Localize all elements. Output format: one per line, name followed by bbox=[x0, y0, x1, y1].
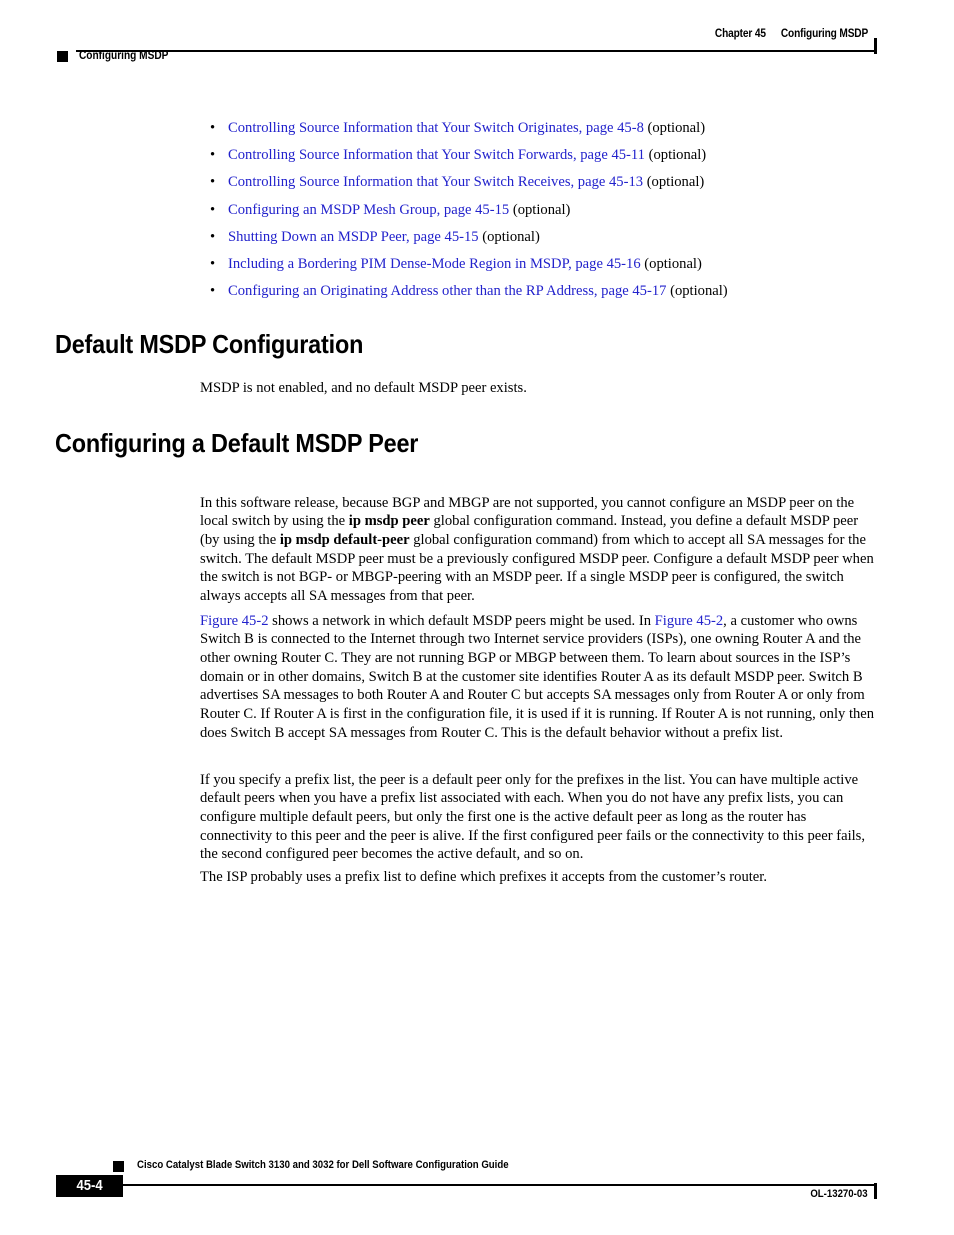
list-item: • Shutting Down an MSDP Peer, page 45-15 … bbox=[210, 228, 890, 245]
list-item: • Including a Bordering PIM Dense-Mode Re… bbox=[210, 255, 890, 272]
bullet-icon: • bbox=[210, 255, 216, 272]
section-body-default-msdp-configuration: MSDP is not enabled, and no default MSDP… bbox=[200, 380, 527, 396]
running-header-rule-group bbox=[76, 38, 877, 54]
optional-note: (optional) bbox=[509, 201, 571, 218]
section-heading-default-msdp-configuration: Default MSDP Configuration bbox=[55, 329, 364, 359]
list-item: • Controlling Source Information that You… bbox=[210, 148, 890, 163]
footer-document-id: OL-13270-03 bbox=[810, 1188, 868, 1200]
bullet-icon: • bbox=[210, 174, 216, 191]
figure-reference-link[interactable]: Figure 45-2 bbox=[655, 613, 724, 629]
running-header-edge-tick bbox=[874, 38, 877, 54]
chapter-marker-label: Configuring MSDP bbox=[79, 50, 169, 62]
list-item: • Controlling Source Information that You… bbox=[210, 175, 890, 190]
crossref-link[interactable]: Configuring an MSDP Mesh Group, page 45-… bbox=[228, 202, 509, 218]
paragraph-4: The ISP probably uses a prefix list to d… bbox=[200, 868, 767, 885]
black-square-icon bbox=[57, 50, 68, 62]
command-ip-msdp-peer: ip msdp peer bbox=[348, 513, 430, 530]
crossref-link[interactable]: Shutting Down an MSDP Peer, page 45-15 bbox=[228, 229, 479, 245]
crossref-link[interactable]: Controlling Source Information that Your… bbox=[228, 147, 645, 163]
paragraph-2-text-b: , a customer who owns Switch B is connec… bbox=[200, 612, 875, 741]
page-number-badge: 45-4 bbox=[56, 1175, 123, 1197]
optional-note: (optional) bbox=[643, 120, 706, 136]
running-header-rule bbox=[76, 50, 876, 52]
list-item: • Configuring an Originating Address othe… bbox=[210, 284, 890, 299]
crossref-link[interactable]: Controlling Source Information that Your… bbox=[228, 120, 644, 136]
section-heading-configuring-default-msdp-peer: Configuring a Default MSDP Peer bbox=[55, 428, 419, 458]
bullet-icon: • bbox=[210, 147, 216, 164]
crossref-link[interactable]: Configuring an Originating Address other… bbox=[228, 283, 666, 299]
footer-rule-group bbox=[76, 1183, 877, 1199]
footer-guide-title: Cisco Catalyst Blade Switch 3130 and 303… bbox=[137, 1159, 509, 1171]
list-item: • Controlling Source Information that You… bbox=[210, 121, 890, 136]
crossref-bullet-list: • Controlling Source Information that You… bbox=[210, 121, 890, 311]
paragraph-3: If you specify a prefix list, the peer i… bbox=[200, 771, 866, 863]
optional-note: (optional) bbox=[478, 228, 540, 245]
running-header-text: Chapter 45 Configuring MSDP bbox=[715, 28, 868, 40]
crossref-link[interactable]: Controlling Source Information that Your… bbox=[228, 174, 643, 190]
page-number: 45-4 bbox=[76, 1178, 103, 1194]
optional-note: (optional) bbox=[643, 174, 705, 191]
figure-reference-link[interactable]: Figure 45-2 bbox=[200, 613, 269, 629]
paragraph-1: In this software release, because BGP an… bbox=[200, 494, 876, 606]
bullet-icon: • bbox=[210, 201, 216, 218]
running-header-title: Configuring MSDP bbox=[780, 28, 868, 40]
list-item: • Configuring an MSDP Mesh Group, page 45… bbox=[210, 201, 890, 218]
chapter-marker: Configuring MSDP bbox=[57, 50, 181, 62]
paragraph-2: Figure 45-2 shows a network in which def… bbox=[200, 612, 876, 743]
running-header-chapter: Chapter 45 bbox=[714, 28, 766, 40]
document-page: Chapter 45 Configuring MSDP Configuring M… bbox=[0, 0, 954, 1235]
optional-note: (optional) bbox=[644, 147, 707, 164]
optional-note: (optional) bbox=[640, 255, 702, 272]
bullet-icon: • bbox=[210, 120, 216, 136]
crossref-link[interactable]: Including a Bordering PIM Dense-Mode Reg… bbox=[228, 256, 641, 272]
page-footer: Cisco Catalyst Blade Switch 3130 and 303… bbox=[0, 1152, 954, 1212]
bullet-icon: • bbox=[210, 228, 216, 245]
paragraph-2-text-a: shows a network in which default MSDP pe… bbox=[268, 612, 655, 629]
command-ip-msdp-default-peer: ip msdp default-peer bbox=[279, 532, 410, 548]
bullet-icon: • bbox=[210, 283, 216, 300]
black-square-icon bbox=[113, 1161, 124, 1172]
footer-edge-tick bbox=[874, 1183, 877, 1199]
footer-rule bbox=[76, 1184, 876, 1186]
optional-note: (optional) bbox=[666, 283, 728, 300]
